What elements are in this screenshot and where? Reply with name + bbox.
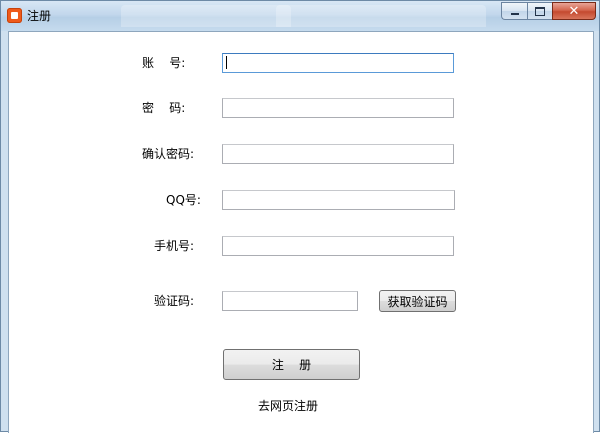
window-controls: ✕ bbox=[501, 2, 596, 21]
account-field-wrap bbox=[222, 53, 454, 73]
web-register-link[interactable]: 去网页注册 bbox=[258, 399, 318, 413]
password-label: 密 码: bbox=[142, 101, 186, 115]
window-title: 注册 bbox=[27, 9, 52, 23]
password-input[interactable] bbox=[222, 98, 454, 118]
maximize-icon bbox=[535, 6, 545, 16]
qq-label: QQ号: bbox=[166, 193, 201, 207]
confirm-password-label: 确认密码: bbox=[142, 147, 195, 161]
form-panel: 账 号: 密 码: 确认密码: QQ号: 手机号: 验证码: 获取验证码 注 册… bbox=[8, 31, 594, 433]
register-button[interactable]: 注 册 bbox=[223, 349, 360, 380]
close-button[interactable]: ✕ bbox=[552, 2, 596, 20]
text-caret bbox=[226, 56, 227, 69]
get-verification-code-button[interactable]: 获取验证码 bbox=[379, 290, 456, 312]
verification-code-input[interactable] bbox=[222, 291, 358, 311]
minimize-icon bbox=[510, 13, 519, 15]
account-label: 账 号: bbox=[142, 56, 186, 70]
minimize-button[interactable] bbox=[501, 2, 527, 20]
phone-input[interactable] bbox=[222, 236, 454, 256]
background-tab-ghost bbox=[121, 5, 291, 27]
confirm-password-input[interactable] bbox=[222, 144, 454, 164]
account-input[interactable] bbox=[222, 53, 454, 73]
maximize-button[interactable] bbox=[527, 2, 552, 20]
register-window: 注册 ✕ 账 号: 密 码: 确认密码: QQ号: 手机号: 验证码: 获取验证… bbox=[0, 0, 600, 433]
qq-input[interactable] bbox=[222, 190, 455, 210]
phone-label: 手机号: bbox=[154, 239, 195, 253]
close-icon: ✕ bbox=[568, 3, 580, 19]
verification-code-label: 验证码: bbox=[154, 294, 195, 308]
title-bar[interactable]: 注册 ✕ bbox=[1, 1, 599, 31]
app-icon bbox=[7, 8, 22, 23]
background-tab-ghost bbox=[276, 5, 486, 27]
